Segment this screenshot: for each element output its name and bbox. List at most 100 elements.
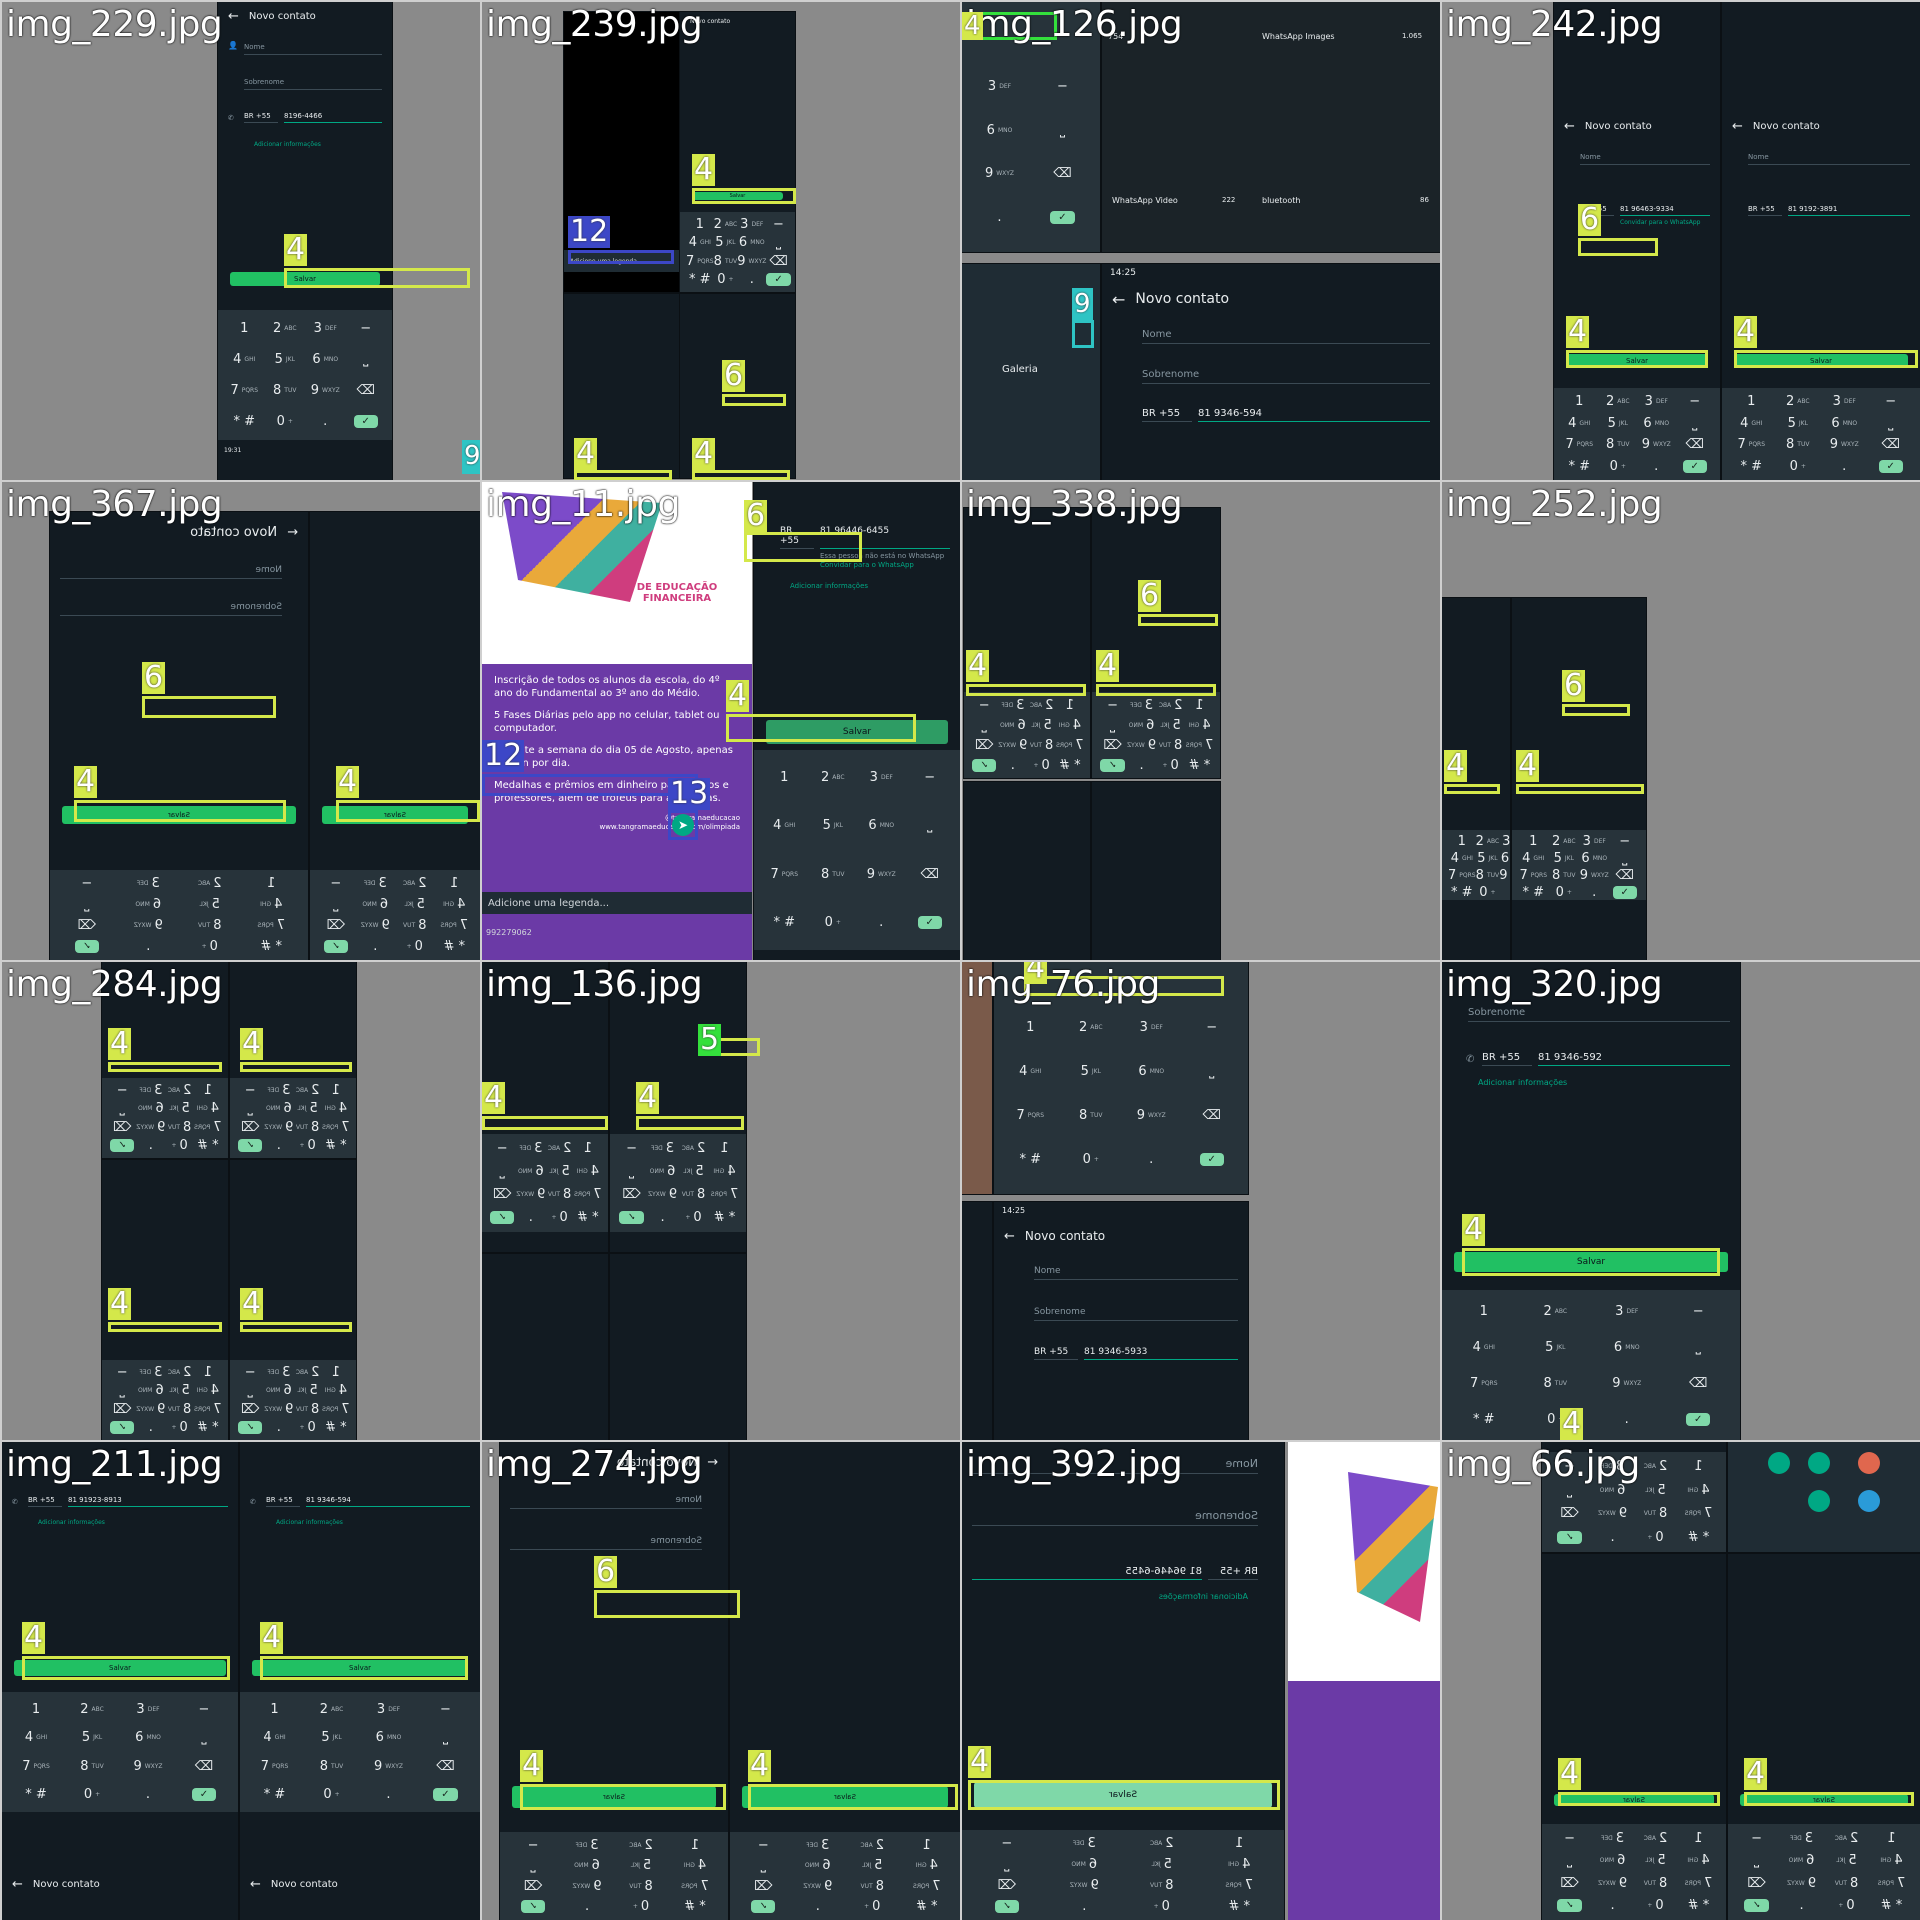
backspace-icon[interactable]: ⌫: [236, 1401, 264, 1418]
keypad-key[interactable]: −: [346, 314, 387, 343]
confirm-button[interactable]: ✓: [108, 1420, 136, 1437]
location-icon[interactable]: [1808, 1452, 1830, 1474]
confirm-button[interactable]: ✓: [968, 1897, 1046, 1916]
keypad-key[interactable]: 7 PQRS: [1201, 1876, 1279, 1895]
keypad-key[interactable]: 9WXYZ: [1046, 1876, 1124, 1895]
save-button[interactable]: Salvar: [1566, 354, 1708, 368]
keypad-key[interactable]: 8 TUV: [395, 916, 435, 935]
keypad-key[interactable]: −: [766, 216, 790, 233]
keypad-key[interactable]: 4 GHI: [435, 895, 475, 914]
keypad-key[interactable]: ⎵: [108, 1101, 136, 1118]
keypad-key[interactable]: 4 GHI: [1869, 1851, 1914, 1872]
keypad-key[interactable]: * #: [574, 1207, 602, 1228]
keypad-key[interactable]: 9WXYZ: [1121, 1094, 1182, 1136]
tab-galeria[interactable]: Galeria: [1002, 364, 1038, 375]
confirm-button[interactable]: ✓: [1182, 1138, 1243, 1180]
name-field[interactable]: Nome: [1748, 148, 1910, 165]
keypad-key[interactable]: 5 JKL: [1634, 1851, 1677, 1872]
keypad-key[interactable]: 1: [1056, 696, 1084, 714]
keypad-key[interactable]: 7 PQRS: [1677, 1873, 1720, 1894]
keypad-key[interactable]: 8 TUV: [714, 253, 738, 270]
keypad-key[interactable]: −: [1548, 1828, 1591, 1849]
backspace-icon[interactable]: ⌫: [1734, 1873, 1779, 1894]
keypad-key[interactable]: 5 JKL: [678, 1161, 709, 1182]
keypad-key[interactable]: 2 ABC: [1599, 392, 1638, 412]
backspace-icon[interactable]: ⌫: [766, 253, 790, 270]
surname-field[interactable]: Sobrenome: [1034, 1302, 1238, 1321]
keypad-key[interactable]: ⎵: [316, 895, 356, 914]
keypad-key[interactable]: * #: [1560, 457, 1599, 477]
keypad-key[interactable]: 1: [8, 1696, 64, 1723]
keypad-key[interactable]: 6MNO: [560, 1857, 614, 1876]
keypad-key[interactable]: 3DEF: [360, 1696, 417, 1723]
keypad-key[interactable]: 6MNO: [305, 345, 346, 374]
keypad-key[interactable]: 8 TUV: [809, 851, 858, 898]
keypad-key[interactable]: .: [264, 1420, 293, 1437]
keypad-key[interactable]: .: [136, 1138, 165, 1155]
keypad-key[interactable]: 2 ABC: [1476, 834, 1500, 849]
keypad-key[interactable]: 1: [668, 1836, 722, 1855]
confirm-button[interactable]: ✓: [1610, 885, 1641, 900]
backspace-icon[interactable]: ⌫: [176, 1753, 232, 1780]
back-arrow-icon[interactable]: ←: [12, 1877, 23, 1892]
key-space[interactable]: ⎵: [1031, 110, 1094, 152]
keypad-key[interactable]: −: [1663, 1294, 1735, 1328]
keypad-key[interactable]: * #: [1728, 457, 1775, 477]
keypad-key[interactable]: 6MNO: [1121, 1050, 1182, 1092]
keypad-key[interactable]: * #: [1677, 1896, 1720, 1917]
keypad-key[interactable]: 7 PQRS: [1185, 736, 1214, 754]
keypad-key[interactable]: 7 PQRS: [1448, 1366, 1520, 1400]
keypad-key[interactable]: 3DEF: [136, 1082, 165, 1099]
keypad-key[interactable]: 2 ABC: [1061, 1006, 1122, 1048]
keypad-key[interactable]: 3DEF: [1779, 1828, 1824, 1849]
keypad-key[interactable]: 6MNO: [136, 1383, 165, 1400]
keypad-key[interactable]: 1: [194, 1082, 222, 1099]
keypad-key[interactable]: 8 TUV: [614, 1877, 668, 1896]
keypad-key[interactable]: −: [970, 696, 998, 714]
keypad-key[interactable]: −: [56, 874, 118, 893]
send-icon[interactable]: ➤: [672, 814, 694, 836]
surname-field[interactable]: Sobrenome: [60, 597, 282, 616]
keypad-key[interactable]: 1: [574, 1138, 602, 1159]
folder-whatsapp-images[interactable]: WhatsApp Images: [1262, 32, 1335, 41]
keypad-key[interactable]: 8 TUV: [1476, 868, 1500, 883]
keypad-key[interactable]: 6MNO: [1127, 716, 1156, 734]
keypad-key[interactable]: 2 ABC: [1549, 834, 1580, 849]
keypad-key[interactable]: ⎵: [1548, 1480, 1591, 1502]
keypad-key[interactable]: 9WXYZ: [1499, 868, 1510, 883]
keypad-key[interactable]: 3DEF: [1637, 392, 1676, 412]
keypad-key[interactable]: 8 TUV: [1634, 1503, 1677, 1525]
keypad-key[interactable]: 6MNO: [1821, 414, 1868, 434]
keypad-key[interactable]: 8 TUV: [1156, 736, 1185, 754]
back-arrow-icon[interactable]: ←: [250, 1877, 261, 1892]
keypad-key[interactable]: 7 PQRS: [1560, 435, 1599, 455]
keypad-key[interactable]: 9WXYZ: [1591, 1873, 1634, 1894]
keypad-key[interactable]: 6MNO: [1499, 851, 1510, 866]
save-button[interactable]: Salvar: [512, 1786, 716, 1808]
keypad-key[interactable]: 7 PQRS: [1056, 736, 1084, 754]
back-arrow-icon[interactable]: ←: [1564, 119, 1575, 134]
name-field[interactable]: Nome: [60, 560, 282, 579]
keypad-key[interactable]: 2 ABC: [1520, 1294, 1592, 1328]
keypad-key[interactable]: 9WXYZ: [1637, 435, 1676, 455]
backspace-icon[interactable]: ⌫: [970, 736, 998, 754]
keypad-key[interactable]: 0+: [1549, 885, 1580, 900]
keypad-key[interactable]: 4 GHI: [246, 1725, 303, 1752]
keypad-key[interactable]: 8 TUV: [293, 1119, 321, 1136]
keypad-key[interactable]: 3DEF: [1121, 1006, 1182, 1048]
keypad-key[interactable]: 0+: [293, 1420, 321, 1437]
keypad-key[interactable]: −: [1182, 1006, 1243, 1048]
confirm-button[interactable]: ✓: [616, 1207, 647, 1228]
keypad-key[interactable]: 8 TUV: [1634, 1873, 1677, 1894]
keypad-key[interactable]: 4 GHI: [574, 1161, 602, 1182]
backspace-icon[interactable]: ⌫: [616, 1184, 647, 1205]
confirm-button[interactable]: ✓: [1868, 457, 1915, 477]
keypad-key[interactable]: 3DEF: [120, 1696, 176, 1723]
keypad-key[interactable]: −: [108, 1082, 136, 1099]
keypad-key[interactable]: 4 GHI: [1448, 851, 1476, 866]
keypad-key[interactable]: 5 JKL: [1476, 851, 1500, 866]
keypad-key[interactable]: 0+: [1123, 1897, 1201, 1916]
keypad-key[interactable]: 2 ABC: [293, 1082, 321, 1099]
keypad-key[interactable]: −: [1610, 834, 1641, 849]
keypad-key[interactable]: * #: [1185, 756, 1214, 774]
